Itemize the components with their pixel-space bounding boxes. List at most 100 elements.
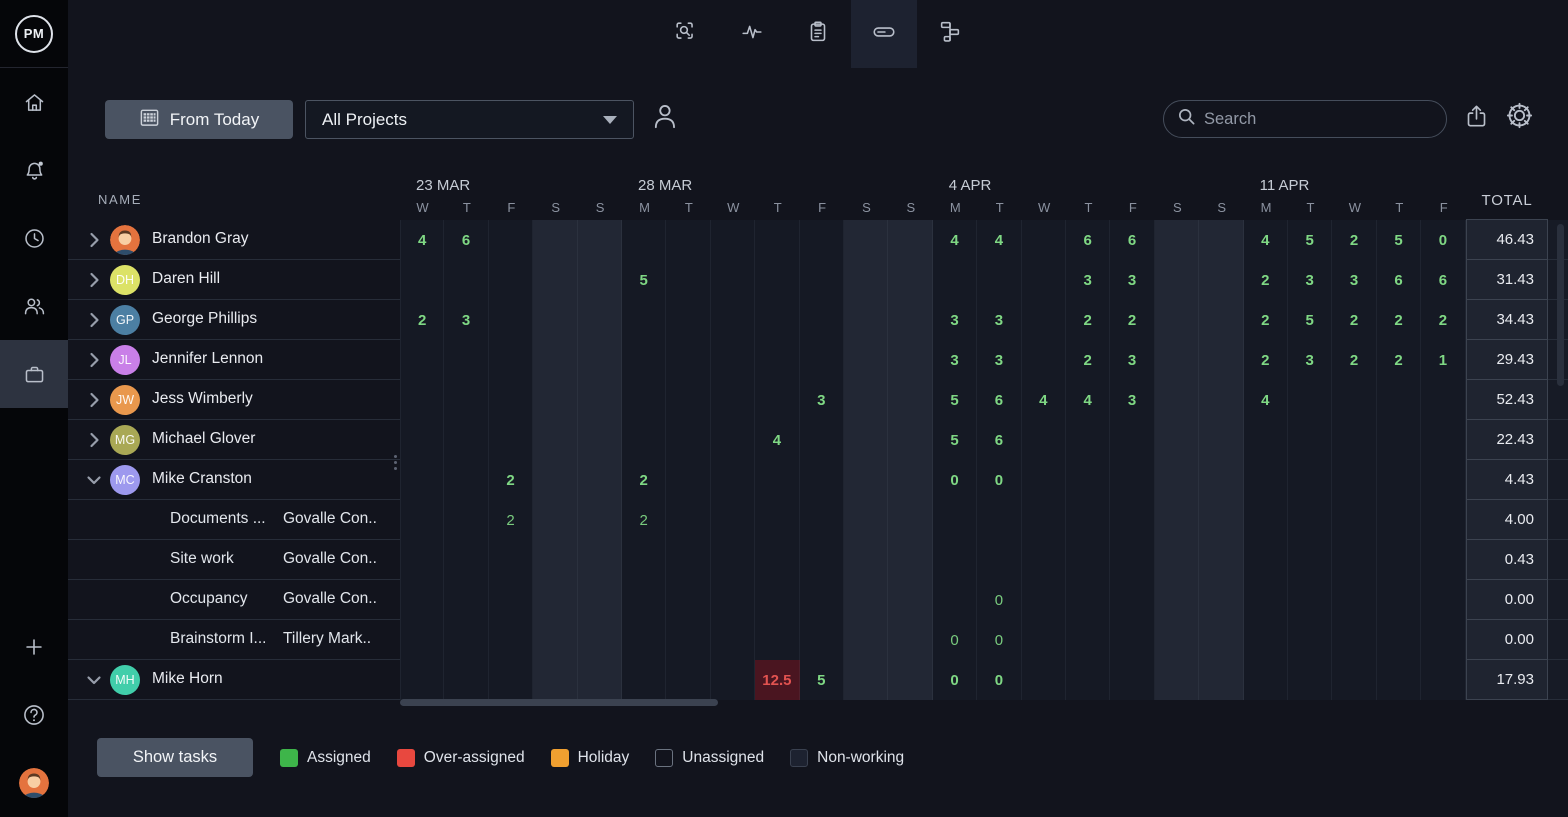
allocation-cell[interactable] [1110,500,1154,540]
allocation-cell[interactable] [489,540,533,580]
allocation-cell[interactable]: 3 [1288,340,1332,380]
allocation-cell[interactable] [444,460,488,500]
allocation-cell[interactable] [1332,620,1376,660]
allocation-cell[interactable] [533,660,577,700]
allocation-cell[interactable] [666,220,710,260]
rail-item-help[interactable] [0,681,68,749]
allocation-cell[interactable] [1332,580,1376,620]
allocation-cell[interactable] [844,340,888,380]
allocation-cell[interactable] [1155,540,1199,580]
allocation-cell[interactable] [1332,460,1376,500]
allocation-cell[interactable]: 0 [977,580,1021,620]
allocation-cell[interactable]: 0 [1421,220,1465,260]
allocation-cell[interactable] [444,260,488,300]
allocation-cell[interactable] [666,540,710,580]
allocation-cell[interactable]: 2 [1066,340,1110,380]
allocation-cell[interactable] [400,540,444,580]
allocation-cell[interactable] [1288,540,1332,580]
allocation-cell[interactable] [444,580,488,620]
allocation-cell[interactable] [1199,620,1243,660]
allocation-cell[interactable] [933,260,977,300]
allocation-cell[interactable]: 6 [1110,220,1154,260]
expand-row-chevron[interactable] [82,348,106,372]
allocation-cell[interactable]: 0 [933,660,977,700]
rail-item-plus[interactable] [0,613,68,681]
allocation-cell[interactable]: 4 [1022,380,1066,420]
allocation-cell[interactable]: 0 [977,460,1021,500]
from-today-button[interactable]: From Today [105,100,293,139]
allocation-cell[interactable] [1155,220,1199,260]
allocation-cell[interactable] [533,340,577,380]
allocation-cell[interactable] [578,380,622,420]
allocation-cell[interactable] [1288,500,1332,540]
allocation-cell[interactable] [888,260,932,300]
allocation-cell[interactable] [1332,380,1376,420]
allocation-cell[interactable] [755,620,799,660]
settings-gear-button[interactable] [1504,100,1535,136]
allocation-cell[interactable] [844,540,888,580]
allocation-cell[interactable] [755,260,799,300]
allocation-cell[interactable] [578,540,622,580]
allocation-cell[interactable] [1155,300,1199,340]
allocation-cell[interactable] [1199,660,1243,700]
allocation-cell[interactable]: 2 [1332,220,1376,260]
allocation-cell[interactable] [489,300,533,340]
allocation-cell[interactable] [578,580,622,620]
allocation-cell[interactable] [489,380,533,420]
allocation-cell[interactable] [400,460,444,500]
allocation-cell[interactable] [1288,580,1332,620]
allocation-cell[interactable] [755,580,799,620]
allocation-cell[interactable] [400,580,444,620]
allocation-cell[interactable] [1332,500,1376,540]
allocation-cell[interactable]: 4 [400,220,444,260]
rail-item-bell[interactable] [0,136,68,204]
allocation-cell[interactable] [400,260,444,300]
allocation-cell[interactable] [1377,620,1421,660]
allocation-cell[interactable]: 0 [977,620,1021,660]
brand-logo[interactable]: PM [0,0,68,68]
allocation-cell[interactable] [1022,340,1066,380]
allocation-cell[interactable] [888,300,932,340]
allocation-cell[interactable] [844,460,888,500]
expand-row-chevron[interactable] [82,308,106,332]
allocation-cell[interactable] [400,620,444,660]
allocation-cell[interactable] [1377,420,1421,460]
allocation-cell[interactable] [1155,620,1199,660]
allocation-cell[interactable] [1155,500,1199,540]
allocation-cell[interactable] [400,420,444,460]
allocation-cell[interactable] [800,500,844,540]
search-input[interactable] [1204,110,1433,129]
tab-activity[interactable] [719,0,785,68]
export-button[interactable] [1463,103,1490,135]
allocation-cell[interactable] [844,620,888,660]
allocation-cell[interactable] [800,300,844,340]
allocation-cell[interactable] [1288,460,1332,500]
allocation-cell[interactable] [1244,540,1288,580]
allocation-cell[interactable] [1421,620,1465,660]
allocation-cell[interactable] [1199,340,1243,380]
allocation-cell[interactable] [578,340,622,380]
allocation-cell[interactable] [1022,260,1066,300]
allocation-cell[interactable] [1155,420,1199,460]
allocation-cell[interactable] [844,500,888,540]
allocation-cell[interactable]: 3 [800,380,844,420]
allocation-cell[interactable] [1288,380,1332,420]
allocation-cell[interactable] [844,660,888,700]
allocation-cell[interactable] [1066,420,1110,460]
allocation-cell[interactable] [844,380,888,420]
allocation-cell[interactable]: 5 [800,660,844,700]
allocation-cell[interactable] [1244,460,1288,500]
allocation-cell[interactable] [1288,660,1332,700]
allocation-cell[interactable] [1022,220,1066,260]
tab-zoom-select[interactable] [653,0,719,68]
allocation-cell[interactable] [755,340,799,380]
allocation-cell[interactable]: 3 [444,300,488,340]
allocation-cell[interactable]: 2 [1244,260,1288,300]
allocation-cell[interactable] [444,420,488,460]
allocation-cell[interactable] [444,500,488,540]
allocation-cell[interactable] [666,420,710,460]
assignee-filter-button[interactable] [651,101,681,136]
allocation-cell[interactable]: 3 [1110,260,1154,300]
allocation-cell[interactable] [666,580,710,620]
collapse-row-chevron[interactable] [82,468,106,492]
